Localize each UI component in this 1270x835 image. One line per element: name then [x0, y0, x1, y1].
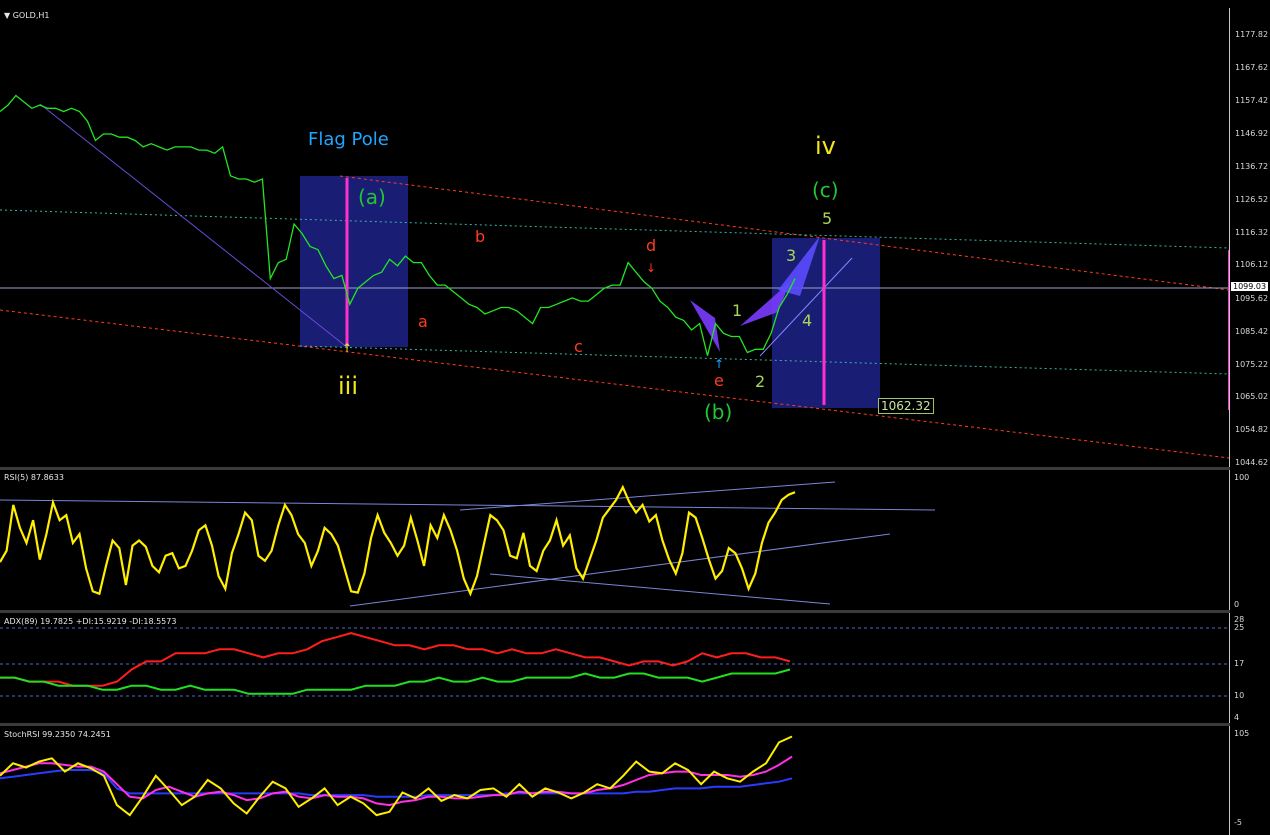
dotted-lower [299, 345, 1230, 375]
label-4: 4 [802, 311, 813, 330]
label-wave-c-paren: (c) [812, 178, 839, 202]
price-tick: 1106.12 [1235, 260, 1269, 270]
label-1: 1 [732, 301, 743, 320]
rsi-title: RSI(5) 87.8633 [4, 473, 64, 482]
adx-title: ADX(89) 19.7825 +DI:15.9219 -DI:18.5573 [4, 617, 177, 626]
rsi-series [0, 484, 796, 597]
price-pane[interactable]: ↑ ↓ ↑ ▼ GOLD,H1 Flag Pole iv (c) (a) (b)… [0, 0, 1270, 467]
target-price-label: 1062.32 [878, 398, 934, 414]
rsi-axis [1229, 470, 1230, 610]
rsi-trend-1 [0, 499, 936, 511]
label-d: d [646, 236, 657, 255]
adx-chart-svg [0, 627, 1229, 697]
stoch-tick-105: 105 [1234, 729, 1250, 738]
adx-tick-10: 10 [1234, 691, 1245, 700]
price-tick: 1095.62 [1235, 294, 1269, 304]
price-tick: 1085.42 [1235, 326, 1269, 336]
chart-title: ▼ GOLD,H1 [4, 11, 50, 20]
label-b: b [475, 227, 486, 246]
label-a: a [418, 312, 428, 331]
rsi-chart-svg [0, 481, 936, 607]
rsi-trend-2 [349, 533, 891, 607]
label-5: 5 [822, 209, 833, 228]
label-flag-pole: Flag Pole [308, 129, 389, 150]
label-2: 2 [755, 372, 766, 391]
stochrsi-axis [1229, 726, 1230, 835]
price-tick: 1126.52 [1235, 194, 1269, 204]
arrow-up-iii-icon: ↑ [342, 341, 352, 355]
stoch-tick-neg5: -5 [1234, 818, 1242, 827]
stochrsi-title: StochRSI 99.2350 74.2451 [4, 730, 111, 739]
rsi-trend-3 [489, 573, 831, 605]
stochrsi-band-series [0, 769, 793, 798]
rsi-pane[interactable]: RSI(5) 87.8633 100 0 [0, 470, 1270, 610]
arrow-up-e-icon: ↑ [714, 357, 724, 371]
price-tick: 1177.82 [1235, 30, 1269, 39]
current-price-tag: 1099.03 [1231, 282, 1269, 291]
price-tick: 1054.82 [1235, 425, 1269, 435]
price-tick: 1167.62 [1235, 62, 1269, 72]
rsi-tick-0: 0 [1234, 600, 1240, 609]
label-wave-b-paren: (b) [704, 400, 733, 424]
adx-pane[interactable]: ADX(89) 19.7825 +DI:15.9219 -DI:18.5573 … [0, 613, 1270, 723]
adx-axis [1229, 613, 1230, 723]
label-wave-a-paren: (a) [358, 185, 386, 209]
adx-tick-25: 25 [1234, 623, 1245, 632]
price-tick: 1065.02 [1235, 392, 1269, 402]
price-chart-svg[interactable]: ↑ ↓ ↑ [0, 0, 1270, 467]
arrow-down-d-icon: ↓ [646, 261, 656, 275]
label-e: e [714, 371, 724, 390]
price-tick: 1157.42 [1235, 95, 1269, 105]
adx-tick-4: 4 [1234, 713, 1240, 722]
stochrsi-pane[interactable]: StochRSI 99.2350 74.2451 105 -5 [0, 726, 1270, 835]
rsi-tick-100: 100 [1234, 473, 1250, 482]
label-3: 3 [786, 246, 797, 265]
dotted-upper [0, 209, 1230, 249]
stochrsi-chart-svg [0, 735, 793, 817]
price-tick: 1146.92 [1235, 129, 1269, 139]
stochrsi-k-series [0, 735, 793, 817]
price-tick: 1116.32 [1235, 227, 1269, 237]
label-wave-iv: iv [815, 132, 836, 160]
price-tick: 1136.72 [1235, 162, 1269, 172]
price-axis [1229, 8, 1230, 467]
label-c: c [574, 337, 583, 356]
adx-tick-17: 17 [1234, 659, 1245, 668]
price-tick: 1075.22 [1235, 359, 1269, 369]
price-tick: 1044.62 [1235, 458, 1269, 467]
channel-lower [0, 309, 1230, 459]
label-wave-iii: iii [338, 372, 359, 400]
